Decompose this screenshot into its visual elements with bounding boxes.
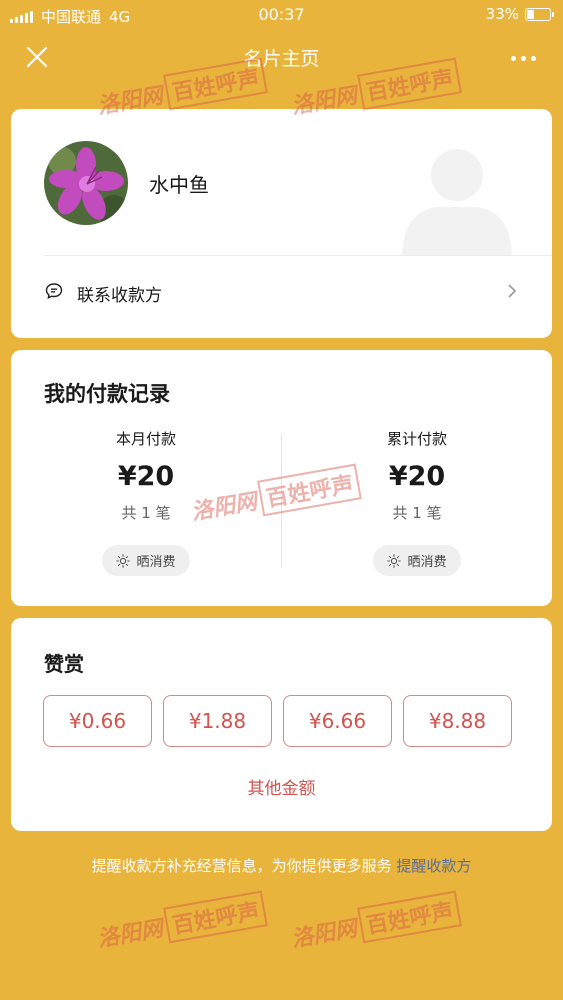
monthly-share-button[interactable]: 晒消费 (102, 545, 190, 576)
contact-payee-row[interactable]: 联系收款方 (11, 256, 552, 326)
tip-amount-list: ¥0.66 ¥1.88 ¥6.66 ¥8.88 (43, 695, 512, 747)
page-title: 名片主页 (243, 48, 320, 70)
total-payment-label: 累计付款 (386, 430, 447, 448)
tip-card: 赞赏 ¥0.66 ¥1.88 ¥6.66 ¥8.88 其他金额 (11, 618, 552, 831)
tip-amount-button[interactable]: ¥1.88 (163, 695, 272, 747)
avatar[interactable] (44, 141, 128, 225)
watermark: 洛阳网 百姓呼声 (94, 890, 268, 956)
status-bar: 中国联通 4G 00:37 33% (0, 0, 563, 30)
profile-name: 水中鱼 (149, 173, 209, 197)
footer-text: 提醒收款方补充经营信息，为你提供更多服务 (91, 857, 392, 875)
total-share-label: 晒消费 (407, 555, 447, 570)
more-icon[interactable] (511, 48, 541, 68)
footer-note: 提醒收款方补充经营信息，为你提供更多服务 提醒收款方 (0, 855, 563, 876)
total-payment-amount: ¥20 (388, 461, 446, 492)
chat-icon (45, 283, 63, 300)
avatar-silhouette-icon (402, 149, 512, 255)
tip-amount-button[interactable]: ¥6.66 (283, 695, 392, 747)
chevron-right-icon (508, 284, 517, 298)
total-payment-column: 累计付款 ¥20 共 1 笔 晒消费 (282, 428, 552, 576)
nav-bar: 名片主页 (0, 30, 563, 84)
remind-payee-link[interactable]: 提醒收款方 (396, 857, 471, 875)
payment-records-heading: 我的付款记录 (44, 382, 170, 406)
monthly-payment-column: 本月付款 ¥20 共 1 笔 晒消费 (11, 428, 281, 576)
clock: 00:37 (258, 5, 305, 24)
monthly-payment-label: 本月付款 (115, 430, 176, 448)
profile-card: 水中鱼 联系收款方 (11, 109, 552, 338)
total-share-button[interactable]: 晒消费 (373, 545, 461, 576)
monthly-share-label: 晒消费 (136, 555, 176, 570)
sun-icon (116, 553, 131, 568)
total-payment-count: 共 1 笔 (392, 504, 442, 522)
payment-records-card: 我的付款记录 本月付款 ¥20 共 1 笔 晒消费 累计付款 ¥20 共 1 笔 (11, 350, 552, 606)
monthly-payment-count: 共 1 笔 (121, 504, 171, 522)
battery-percent: 33% (485, 5, 519, 23)
tip-amount-button[interactable]: ¥8.88 (403, 695, 512, 747)
battery-icon (525, 7, 554, 21)
monthly-payment-amount: ¥20 (117, 461, 175, 492)
sun-icon (387, 553, 402, 568)
tip-amount-button[interactable]: ¥0.66 (43, 695, 152, 747)
contact-payee-label: 联系收款方 (77, 286, 162, 306)
other-amount-link[interactable]: 其他金额 (11, 774, 552, 799)
watermark: 洛阳网 百姓呼声 (288, 890, 462, 956)
tip-heading: 赞赏 (44, 652, 84, 676)
